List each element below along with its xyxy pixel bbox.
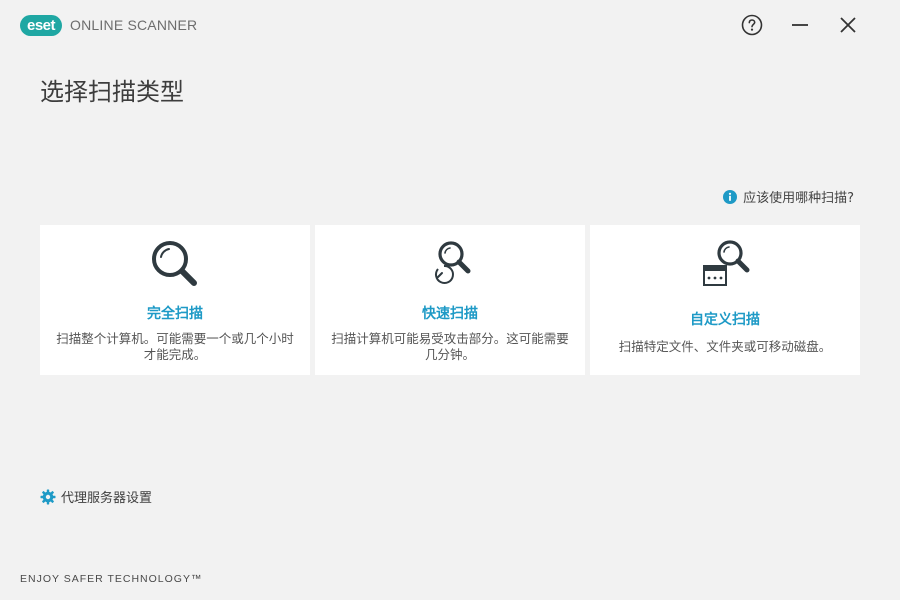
title-bar: eset ONLINE SCANNER: [0, 0, 900, 50]
custom-scan-title: 自定义扫描: [690, 312, 760, 328]
help-button[interactable]: [737, 10, 767, 40]
full-scan-desc: 扫描整个计算机。可能需要一个或几个小时才能完成。: [56, 331, 294, 362]
close-icon: [840, 17, 856, 33]
proxy-settings-label: 代理服务器设置: [61, 491, 153, 506]
quick-scan-desc: 扫描计算机可能易受攻击部分。这可能需要几分钟。: [331, 331, 569, 362]
quick-scan-card[interactable]: 快速扫描 扫描计算机可能易受攻击部分。这可能需要几分钟。: [315, 225, 585, 375]
which-scan-link[interactable]: 应该使用哪种扫描?: [723, 187, 854, 206]
logo-badge: eset: [20, 14, 63, 36]
quick-scan-title: 快速扫描: [422, 306, 478, 322]
info-icon: [723, 189, 738, 204]
minimize-icon: [792, 24, 808, 26]
help-icon: [741, 14, 763, 36]
page-title: 选择扫描类型: [40, 78, 184, 106]
custom-scan-desc: 扫描特定文件、文件夹或可移动磁盘。: [618, 339, 832, 354]
proxy-settings-link[interactable]: 代理服务器设置: [40, 487, 152, 506]
gear-icon: [40, 489, 56, 505]
quick-scan-icon: [424, 239, 476, 289]
full-scan-title: 完全扫描: [147, 306, 203, 322]
magnifier-icon: [149, 239, 201, 289]
full-scan-card[interactable]: 完全扫描 扫描整个计算机。可能需要一个或几个小时才能完成。: [40, 225, 310, 375]
which-scan-label: 应该使用哪种扫描?: [743, 191, 854, 206]
footer-slogan: ENJOY SAFER TECHNOLOGY™: [20, 573, 203, 585]
scan-type-cards: 完全扫描 扫描整个计算机。可能需要一个或几个小时才能完成。 快速扫描 扫描计算机…: [40, 225, 860, 375]
close-button[interactable]: [833, 10, 863, 40]
minimize-button[interactable]: [785, 10, 815, 40]
custom-scan-icon: [697, 239, 753, 289]
eset-logo: eset ONLINE SCANNER: [20, 14, 197, 36]
logo-text: ONLINE SCANNER: [70, 17, 198, 33]
custom-scan-card[interactable]: 自定义扫描 扫描特定文件、文件夹或可移动磁盘。: [590, 225, 860, 375]
